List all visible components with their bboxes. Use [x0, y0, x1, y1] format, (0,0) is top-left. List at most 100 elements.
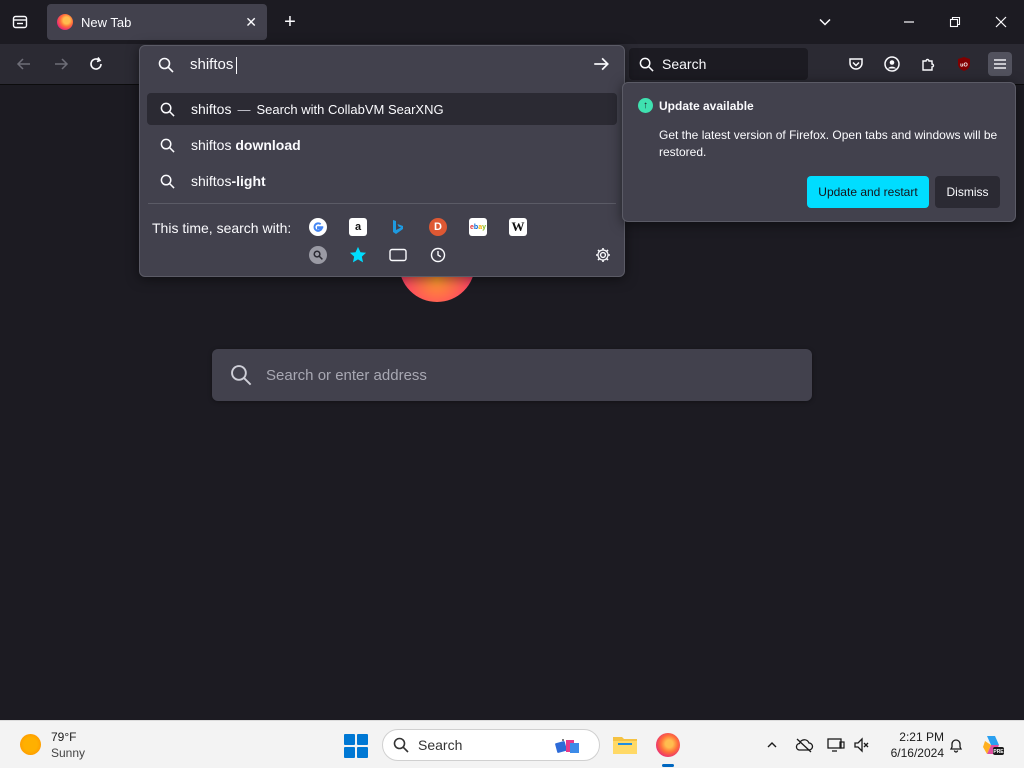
taskbar: 79°F Sunny Search 2:21 PM 6/16/2024 PRE: [0, 720, 1024, 768]
hamburger-menu-icon: [994, 59, 1006, 69]
copilot-button[interactable]: PRE: [980, 732, 1006, 758]
reload-button[interactable]: [84, 52, 108, 76]
taskbar-search[interactable]: Search: [382, 729, 600, 761]
display-button[interactable]: [826, 735, 846, 755]
url-input-value: shiftos: [190, 56, 238, 74]
update-arrow-icon: ↑: [638, 98, 653, 113]
weather-condition[interactable]: Sunny: [51, 746, 85, 760]
arrow-right-icon: [594, 57, 609, 71]
wikipedia-icon[interactable]: W: [509, 218, 527, 236]
restore-button[interactable]: [943, 10, 967, 34]
search-icon: [639, 57, 654, 72]
taskbar-search-label: Search: [418, 737, 463, 753]
amazon-icon[interactable]: a: [349, 218, 367, 236]
search-settings-button[interactable]: [594, 246, 612, 264]
chevron-up-icon: [767, 742, 777, 748]
bing-icon[interactable]: [389, 218, 407, 236]
google-icon[interactable]: [309, 218, 327, 236]
history-icon[interactable]: [429, 246, 447, 264]
close-icon: [995, 16, 1007, 28]
restore-icon: [949, 16, 961, 28]
tabs-icon[interactable]: [389, 246, 407, 264]
search-icon: [393, 737, 409, 753]
clock-time: 2:21 PM: [899, 730, 944, 744]
ebay-icon[interactable]: ebay: [469, 218, 487, 236]
search-bar-placeholder: Search: [662, 56, 707, 72]
chevron-down-icon: [819, 18, 831, 26]
go-button[interactable]: [592, 55, 612, 75]
dismiss-button[interactable]: Dismiss: [935, 176, 1000, 208]
suggestion-row-1[interactable]: shiftos download: [147, 129, 617, 161]
start-button[interactable]: [344, 734, 368, 758]
suggestion-row-0[interactable]: shiftos — Search with CollabVM SearXNG: [147, 93, 617, 125]
volume-button[interactable]: [852, 735, 872, 755]
back-button[interactable]: [12, 52, 36, 76]
suggestion-text: shiftos-light: [191, 173, 266, 189]
duckduckgo-icon[interactable]: D: [429, 218, 447, 236]
back-arrow-icon: [16, 58, 30, 70]
search-bar[interactable]: Search: [629, 48, 808, 80]
suggestion-row-2[interactable]: shiftos-light: [147, 165, 617, 197]
divider: [148, 203, 616, 204]
firefox-view-icon: [12, 15, 28, 29]
url-input[interactable]: shiftos: [140, 46, 624, 84]
firefox-favicon-icon: [57, 14, 73, 30]
suggestion-separator: —: [237, 101, 251, 117]
page-search-placeholder: Search or enter address: [266, 366, 427, 384]
weather-temperature[interactable]: 79°F: [51, 730, 76, 744]
bell-icon: [949, 739, 963, 753]
search-icon: [158, 57, 174, 73]
show-hidden-icons-button[interactable]: [762, 735, 782, 755]
sun-icon[interactable]: [20, 734, 41, 755]
firefox-taskbar-button[interactable]: [653, 730, 683, 767]
one-off-search-label: This time, search with:: [152, 220, 292, 236]
close-window-button[interactable]: [989, 10, 1013, 34]
search-icon: [160, 174, 175, 189]
suggestion-text: shiftos download: [191, 137, 301, 153]
update-and-restart-button[interactable]: Update and restart: [807, 176, 929, 208]
file-explorer-taskbar-button[interactable]: [610, 730, 640, 760]
forward-arrow-icon: [55, 58, 69, 70]
notifications-button[interactable]: [946, 735, 966, 755]
pocket-icon: [849, 58, 863, 70]
update-message: Get the latest version of Firefox. Open …: [659, 128, 998, 159]
ublock-origin-button[interactable]: uO: [952, 52, 976, 76]
suggestion-action: Search with CollabVM SearXNG: [256, 101, 444, 117]
search-highlight-icon: [555, 739, 579, 753]
tab-strip: New Tab ✕ +: [0, 0, 1024, 44]
windows-logo-icon: [344, 734, 355, 745]
puzzle-piece-icon: [922, 58, 935, 71]
account-button[interactable]: [880, 52, 904, 76]
onedrive-button[interactable]: [794, 735, 814, 755]
cloud-offline-icon: [795, 738, 814, 753]
bookmarks-icon[interactable]: [349, 246, 367, 264]
ublock-origin-icon: uO: [958, 57, 970, 71]
new-tab-button[interactable]: +: [278, 10, 302, 34]
clock[interactable]: 2:21 PM 6/16/2024: [878, 729, 944, 761]
minimize-icon: [904, 21, 914, 23]
close-tab-icon[interactable]: ✕: [245, 14, 257, 31]
tab-new-tab[interactable]: New Tab ✕: [47, 4, 267, 40]
page-search-box[interactable]: Search or enter address: [212, 349, 812, 401]
tab-title: New Tab: [81, 14, 132, 30]
folder-icon: [613, 737, 637, 754]
list-all-tabs-button[interactable]: [813, 10, 837, 34]
reload-icon: [90, 57, 102, 70]
minimize-button[interactable]: [897, 10, 921, 34]
search-icon: [160, 138, 175, 153]
monitor-icon: [827, 738, 845, 752]
copilot-icon: PRE: [983, 736, 1004, 755]
forward-button[interactable]: [49, 52, 73, 76]
search-icon: [160, 102, 175, 117]
update-title: Update available: [659, 99, 754, 113]
svg-text:PRE: PRE: [993, 749, 1004, 755]
pocket-button[interactable]: [844, 52, 868, 76]
update-available-panel: ↑ Update available Get the latest versio…: [622, 82, 1016, 222]
firefox-icon: [656, 733, 680, 757]
firefox-view-button[interactable]: [8, 10, 32, 34]
searxng-icon[interactable]: [309, 246, 327, 264]
clock-date: 6/16/2024: [890, 746, 944, 760]
extensions-button[interactable]: [916, 52, 940, 76]
app-menu-button[interactable]: [988, 52, 1012, 76]
speaker-muted-icon: [854, 737, 869, 753]
